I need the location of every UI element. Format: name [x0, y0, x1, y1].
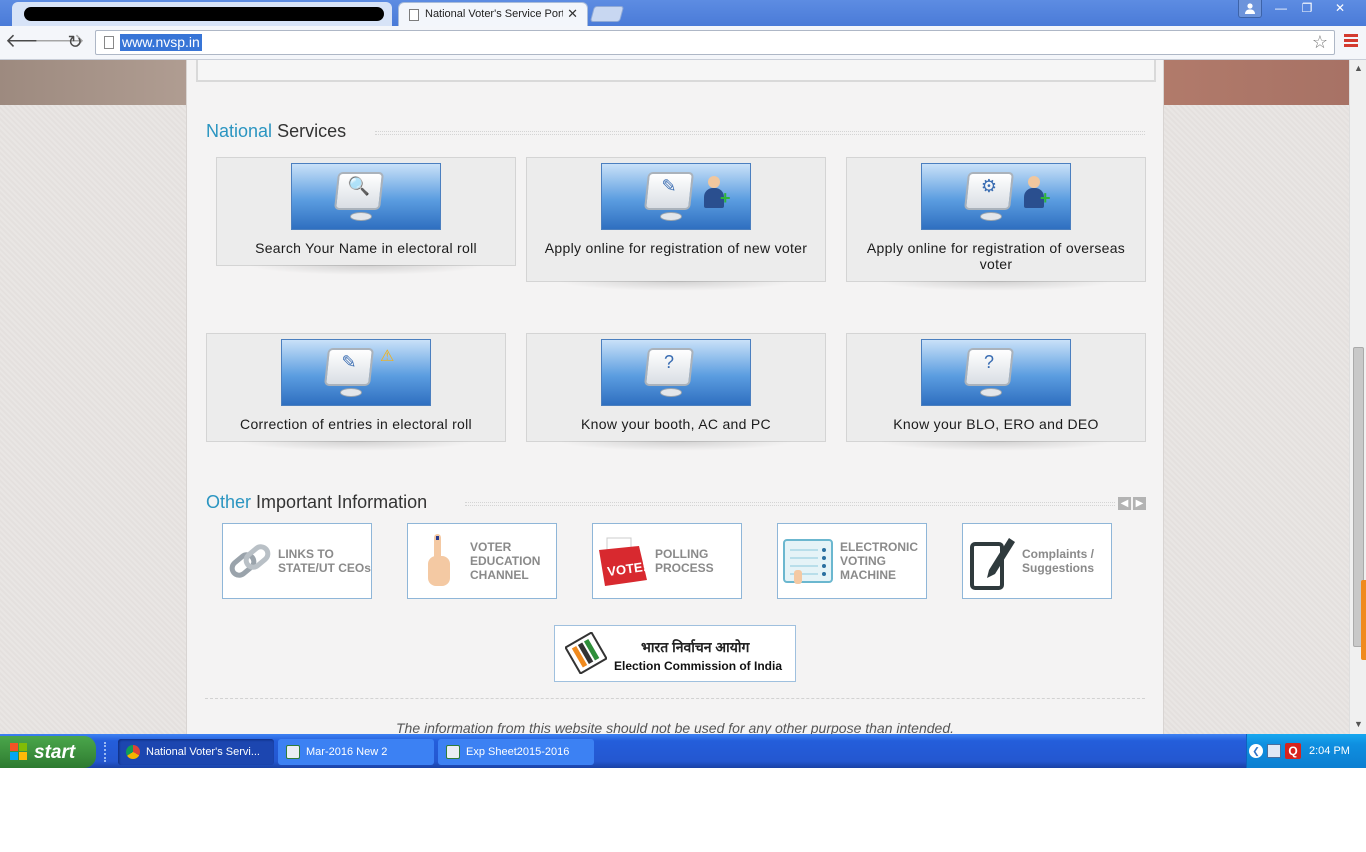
profile-icon[interactable] — [1238, 0, 1262, 18]
spreadsheet-icon — [446, 745, 460, 759]
service-label: Correction of entries in electoral roll — [240, 416, 472, 432]
eci-logo-link[interactable]: भारत निर्वाचन आयोग Election Commission o… — [554, 625, 796, 682]
maximize-button[interactable]: ❐ — [1294, 0, 1320, 18]
service-card-correction[interactable]: ✎ ⚠ Correction of entries in electoral ro… — [206, 333, 506, 451]
info-card-state-ceo-links[interactable]: LINKS TO STATE/UT CEOs — [222, 523, 372, 599]
tab-active[interactable]: National Voter's Service Port ✕ — [398, 2, 588, 26]
vote-box-icon: VOTE! — [599, 537, 648, 586]
carousel-next-button[interactable]: ▶ — [1133, 497, 1146, 510]
eci-english-name: Election Commission of India — [614, 659, 783, 673]
officer-info-icon: ? — [921, 339, 1071, 406]
info-card-evm[interactable]: ELECTRONIC VOTING MACHINE — [777, 523, 927, 599]
other-info-heading: Other Important Information — [206, 492, 428, 512]
taskbar-item-chrome[interactable]: National Voter's Servi... — [118, 739, 274, 765]
info-card-polling-process[interactable]: VOTE! POLLING PROCESS — [592, 523, 742, 599]
tab-redacted[interactable] — [12, 2, 392, 26]
quick-heal-icon[interactable]: Q — [1285, 743, 1301, 759]
address-bar[interactable]: www.nvsp.in ☆ — [95, 30, 1335, 55]
spreadsheet-icon — [286, 745, 300, 759]
minimize-button[interactable]: — — [1268, 0, 1294, 18]
info-label: POLLING PROCESS — [655, 547, 714, 575]
inked-finger-icon — [428, 534, 450, 586]
service-card-know-booth[interactable]: ? Know your booth, AC and PC — [526, 333, 826, 451]
overseas-voter-icon: ⚙ + — [921, 163, 1071, 230]
new-voter-icon: ✎ + — [601, 163, 751, 230]
clock[interactable]: 2:04 PM — [1309, 745, 1350, 757]
service-label: Apply online for registration of new vot… — [544, 240, 808, 256]
close-window-button[interactable]: ✕ — [1320, 0, 1360, 18]
windows-taskbar: start National Voter's Servi... Mar-2016… — [0, 734, 1366, 768]
info-label: Complaints / Suggestions — [1022, 547, 1095, 575]
taskbar-item-label: Mar-2016 New 2 — [306, 746, 388, 758]
top-panel — [196, 60, 1156, 82]
pencil-note-icon — [970, 538, 1015, 590]
info-card-complaints[interactable]: Complaints / Suggestions — [962, 523, 1112, 599]
chain-link-icon — [229, 544, 271, 578]
url-text[interactable]: www.nvsp.in — [120, 34, 202, 51]
browser-title-bar: National Voter's Service Port ✕ — ❐ ✕ — [0, 0, 1366, 26]
close-icon[interactable]: ✕ — [567, 6, 578, 22]
correction-icon: ✎ ⚠ — [281, 339, 431, 406]
carousel-prev-button[interactable]: ◀ — [1118, 497, 1131, 510]
redaction-bar — [24, 7, 384, 21]
page-viewport: National Services 🔍 Search Your Name in … — [0, 60, 1349, 734]
taskbar-grip — [104, 742, 108, 762]
taskbar-item-excel-2[interactable]: Exp Sheet2015-2016 — [438, 739, 594, 765]
tab-title: National Voter's Service Port — [425, 8, 563, 20]
menu-icon[interactable] — [1344, 34, 1358, 49]
service-card-know-blo[interactable]: ? Know your BLO, ERO and DEO — [846, 333, 1146, 451]
search-monitor-icon: 🔍 — [291, 163, 441, 230]
side-tab-marker — [1361, 580, 1366, 660]
start-label: start — [34, 742, 76, 763]
scroll-up-arrow-icon[interactable]: ▲ — [1354, 63, 1363, 73]
info-label: ELECTRONIC VOTING MACHINE — [840, 540, 918, 582]
back-button[interactable]: 🡐 — [5, 31, 56, 55]
taskbar-item-label: Exp Sheet2015-2016 — [466, 746, 570, 758]
forward-button[interactable]: 🡒 — [34, 31, 85, 55]
service-card-search-name[interactable]: 🔍 Search Your Name in electoral roll — [216, 157, 516, 275]
windows-flag-icon — [10, 743, 28, 761]
scroll-down-arrow-icon[interactable]: ▼ — [1354, 719, 1363, 729]
page-icon — [104, 36, 114, 49]
info-card-voter-education[interactable]: VOTER EDUCATION CHANNEL — [407, 523, 557, 599]
taskbar-item-label: National Voter's Servi... — [146, 746, 260, 758]
screen: National Voter's Service Port ✕ — ❐ ✕ 🡐 … — [0, 0, 1366, 768]
browser-toolbar: 🡐 🡒 ↻ www.nvsp.in ☆ — [0, 26, 1366, 60]
booth-info-icon: ? — [601, 339, 751, 406]
info-label: VOTER EDUCATION CHANNEL — [470, 540, 541, 582]
system-tray: ❮ Q 2:04 PM — [1246, 734, 1366, 768]
network-icon[interactable] — [1267, 744, 1281, 758]
service-card-new-voter[interactable]: ✎ + Apply online for registration of new… — [526, 157, 826, 291]
page-icon — [409, 9, 419, 21]
service-card-overseas-voter[interactable]: ⚙ + Apply online for registration of ove… — [846, 157, 1146, 291]
new-tab-button[interactable] — [589, 6, 625, 22]
section-divider — [465, 502, 1115, 506]
service-label: Apply online for registration of oversea… — [866, 240, 1126, 272]
eci-emblem-icon — [565, 632, 607, 674]
info-label: LINKS TO STATE/UT CEOs — [278, 547, 371, 575]
bookmark-star-icon[interactable]: ☆ — [1312, 32, 1328, 53]
evm-icon — [783, 539, 833, 584]
chrome-icon — [126, 745, 140, 759]
service-label: Know your BLO, ERO and DEO — [893, 416, 1099, 432]
section-divider — [375, 131, 1145, 135]
service-label: Search Your Name in electoral roll — [255, 240, 477, 256]
service-label: Know your booth, AC and PC — [581, 416, 771, 432]
start-button[interactable]: start — [0, 736, 96, 768]
disclaimer-text: The information from this website should… — [395, 720, 954, 734]
taskbar-item-excel-1[interactable]: Mar-2016 New 2 — [278, 739, 434, 765]
eci-hindi-name: भारत निर्वाचन आयोग — [641, 639, 750, 655]
reload-button[interactable]: ↻ — [63, 31, 87, 55]
show-hidden-icons-icon[interactable]: ❮ — [1249, 744, 1263, 758]
footer-divider — [205, 698, 1145, 699]
national-services-heading: National Services — [206, 121, 347, 141]
